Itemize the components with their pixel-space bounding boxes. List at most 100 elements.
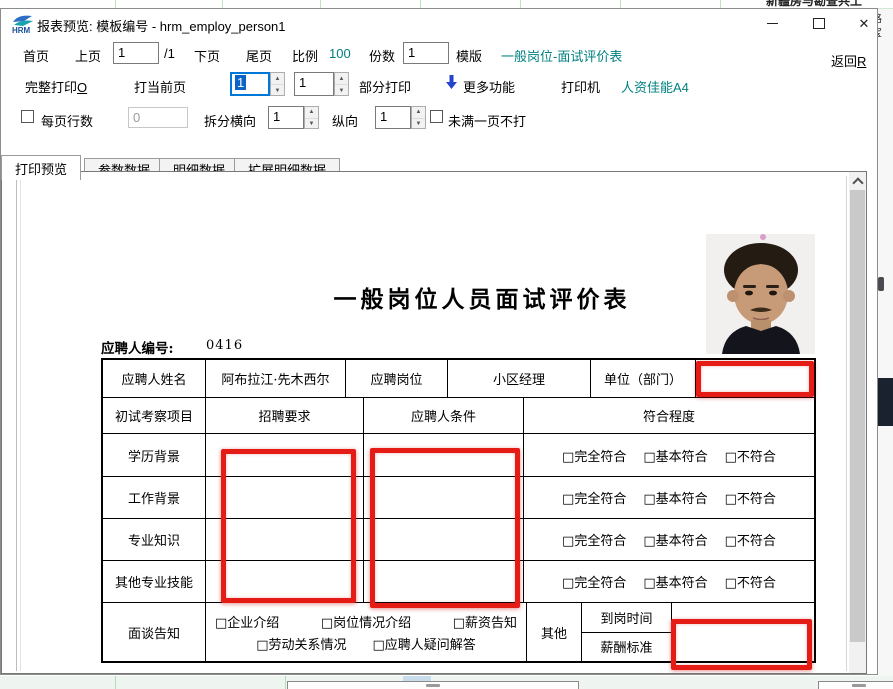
svg-text:HRM: HRM — [12, 26, 31, 34]
arrival-time-label: 到岗时间 — [582, 603, 671, 633]
close-button[interactable]: ✕ — [848, 9, 880, 37]
title-bar[interactable]: HRM 报表预览: 模板编号 - hrm_employ_person1 ✕ — [1, 9, 877, 37]
tab-print-preview[interactable]: 打印预览 — [1, 155, 81, 180]
printer-label: 打印机 — [561, 77, 600, 96]
scroll-up-button[interactable] — [849, 172, 866, 189]
background-dropdown-fragment — [818, 681, 893, 689]
form-title: 一般岗位人员面试评价表 — [302, 280, 662, 314]
report-preview-window: HRM 报表预览: 模板编号 - hrm_employ_person1 ✕ 首页… — [0, 8, 878, 675]
split-horizontal-input[interactable]: 1 — [268, 106, 304, 129]
up-arrow-icon[interactable]: ▲ — [335, 73, 348, 85]
grid-fragment — [878, 0, 893, 9]
page-edge-shadow — [20, 176, 21, 671]
skip-partial-page-label: 未满一页不打 — [448, 111, 526, 130]
scale-label: 比例 — [292, 46, 318, 65]
range-to-input[interactable]: 1 — [294, 72, 334, 96]
down-arrow-icon[interactable]: ▼ — [305, 119, 318, 130]
background-right-strip: 路 宝 — [878, 0, 893, 689]
background-dropdown-fragment — [287, 681, 579, 689]
down-arrow-icon[interactable]: ▼ — [271, 85, 284, 96]
background-fragment — [878, 378, 893, 426]
scrollbar-thumb[interactable] — [850, 190, 865, 642]
grid-line — [620, 0, 621, 8]
grid-line — [222, 0, 223, 8]
applicant-photo — [706, 234, 815, 354]
compliance-cell: □完全符合□基本符合□不符合 — [524, 519, 814, 560]
dropdown-knob — [426, 684, 440, 687]
page-total-label: /1 — [164, 46, 175, 61]
printer-value-link[interactable]: 人资佳能A4 — [621, 77, 689, 96]
dropdown-knob — [852, 684, 866, 687]
minimize-icon — [767, 23, 778, 24]
criterion-cell: 其他专业技能 — [103, 561, 206, 602]
compliance-cell: □完全符合□基本符合□不符合 — [524, 434, 814, 476]
criterion-cell: 工作背景 — [103, 477, 206, 518]
chevron-up-icon — [852, 177, 863, 188]
full-print-button[interactable]: 完整打印O — [25, 77, 87, 96]
copies-label: 份数 — [369, 46, 395, 65]
split-vertical-label: 纵向 — [332, 111, 358, 130]
last-page-button[interactable]: 尾页 — [246, 46, 272, 65]
partial-print-button[interactable]: 部分打印 — [359, 77, 411, 96]
background-bottom-strip — [0, 676, 893, 689]
criterion-cell: 专业知识 — [103, 519, 206, 560]
background-char-fragment: 路 — [878, 10, 893, 23]
range-from-stepper[interactable]: ▲▼ — [270, 72, 285, 96]
red-annotation-requirements — [221, 449, 356, 603]
up-arrow-icon[interactable]: ▲ — [305, 107, 318, 119]
applicant-number-value: 0416 — [206, 338, 243, 353]
header-cell: 符合程度 — [524, 398, 814, 433]
red-annotation-conditions — [370, 448, 520, 608]
grid-line — [320, 0, 321, 8]
scale-value: 100 — [329, 46, 351, 61]
skip-partial-page-checkbox[interactable] — [430, 110, 443, 123]
position-value-cell: 小区经理 — [448, 360, 591, 397]
arrival-salary-cell: 到岗时间 薪酬标准 — [582, 603, 672, 661]
blue-down-arrow-icon — [445, 74, 458, 91]
background-fragment — [878, 277, 884, 291]
rows-per-page-input[interactable]: 0 — [128, 107, 188, 128]
header-cell: 招聘要求 — [206, 398, 364, 433]
criterion-cell: 学历背景 — [103, 434, 206, 476]
page-number-input[interactable]: 1 — [113, 42, 159, 64]
header-cell: 初试考察项目 — [103, 398, 206, 433]
up-arrow-icon[interactable]: ▲ — [271, 73, 284, 85]
header-cell: 应聘人条件 — [364, 398, 524, 433]
rows-per-page-checkbox[interactable] — [21, 110, 34, 123]
prev-page-button[interactable]: 上页 — [75, 46, 101, 65]
down-arrow-icon[interactable]: ▼ — [335, 85, 348, 96]
next-page-button[interactable]: 下页 — [194, 46, 220, 65]
more-functions-button[interactable]: 更多功能 — [463, 77, 515, 96]
maximize-icon — [813, 18, 825, 29]
grid-line — [285, 676, 286, 689]
copies-input[interactable]: 1 — [403, 42, 449, 64]
grid-line — [115, 0, 116, 8]
print-preview-panel: 一般岗位人员面试评价表 应聘人编号: 0416 — [1, 171, 867, 674]
rows-per-page-label: 每页行数 — [41, 111, 93, 130]
compliance-cell: □完全符合□基本符合□不符合 — [524, 477, 814, 518]
split-horizontal-stepper[interactable]: ▲▼ — [304, 106, 319, 129]
range-from-input[interactable]: 1 — [230, 72, 270, 96]
red-annotation-other — [671, 619, 812, 670]
cutoff-row-fragment — [594, 673, 672, 674]
name-label-cell: 应聘人姓名 — [103, 360, 206, 397]
up-arrow-icon[interactable]: ▲ — [412, 107, 425, 119]
grid-line — [720, 0, 721, 8]
cutoff-row-fragment — [106, 673, 162, 674]
page-edge-shadow — [846, 176, 847, 671]
interview-notify-cell: □企业介绍 □岗位情况介绍 □薪资告知 □劳动关系情况 □应聘人疑问解答 — [206, 603, 527, 661]
print-current-page-button[interactable]: 打当前页 — [134, 77, 186, 96]
grid-line — [420, 0, 421, 8]
template-value-link[interactable]: 一般岗位-面试评价表 — [501, 46, 622, 65]
screen: 新疆房与勘查共工 路 宝 HRM 报表预览: 模板编号 - hrm_employ… — [0, 0, 893, 689]
return-button[interactable]: 返回R — [831, 51, 866, 70]
vertical-scrollbar[interactable] — [849, 172, 866, 673]
other-label-cell: 其他 — [527, 603, 582, 661]
down-arrow-icon[interactable]: ▼ — [412, 119, 425, 130]
split-vertical-stepper[interactable]: ▲▼ — [411, 106, 426, 129]
first-page-button[interactable]: 首页 — [23, 46, 49, 65]
maximize-button[interactable] — [803, 9, 835, 37]
split-vertical-input[interactable]: 1 — [375, 106, 411, 129]
minimize-button[interactable] — [756, 9, 788, 37]
range-to-stepper[interactable]: ▲▼ — [334, 72, 349, 96]
